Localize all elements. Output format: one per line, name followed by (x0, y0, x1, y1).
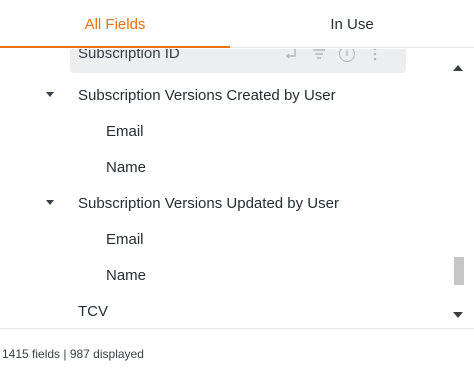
field-actions: i (282, 49, 384, 63)
pivot-icon[interactable] (282, 49, 300, 63)
field-count-footer: 1415 fields | 987 displayed (0, 328, 474, 380)
field-row-email[interactable]: Email (0, 113, 440, 149)
field-label: Name (106, 158, 147, 176)
field-picker-tabs: All Fields In Use (0, 0, 474, 48)
field-row-name[interactable]: Name (0, 257, 440, 293)
field-label: Email (106, 122, 144, 140)
field-row-email[interactable]: Email (0, 221, 440, 257)
field-label: Subscription ID (78, 49, 180, 62)
field-row-subscription-id[interactable]: Subscription ID i (70, 49, 406, 73)
field-label: Subscription Versions Created by User (78, 86, 336, 104)
caret-down-icon[interactable] (46, 92, 54, 97)
field-label: TCV (78, 302, 108, 320)
more-icon[interactable] (366, 49, 384, 63)
tab-all-fields[interactable]: All Fields (0, 0, 230, 48)
field-label: Email (106, 230, 144, 248)
tab-in-use-label: In Use (330, 15, 374, 33)
field-group-updated-by-user[interactable]: Subscription Versions Updated by User (0, 185, 440, 221)
field-list: Subscription ID i Subscription Versions … (0, 49, 440, 319)
tab-all-fields-label: All Fields (84, 15, 146, 33)
info-icon[interactable]: i (338, 49, 356, 63)
field-group-created-by-user[interactable]: Subscription Versions Created by User (0, 77, 440, 113)
scroll-up-arrow-icon[interactable] (453, 65, 463, 71)
scrollbar-thumb[interactable] (454, 257, 464, 285)
field-label: Name (106, 266, 147, 284)
field-row-tcv[interactable]: TCV (0, 293, 440, 320)
caret-down-icon[interactable] (46, 200, 54, 205)
scroll-down-arrow-icon[interactable] (453, 312, 463, 318)
filter-icon[interactable] (310, 49, 328, 63)
list-scrollbar[interactable] (440, 49, 474, 319)
tab-in-use[interactable]: In Use (230, 0, 474, 48)
field-count-summary: 1415 fields | 987 displayed (2, 347, 144, 361)
active-tab-indicator (0, 46, 230, 48)
field-row-name[interactable]: Name (0, 149, 440, 185)
field-label: Subscription Versions Updated by User (78, 194, 339, 212)
